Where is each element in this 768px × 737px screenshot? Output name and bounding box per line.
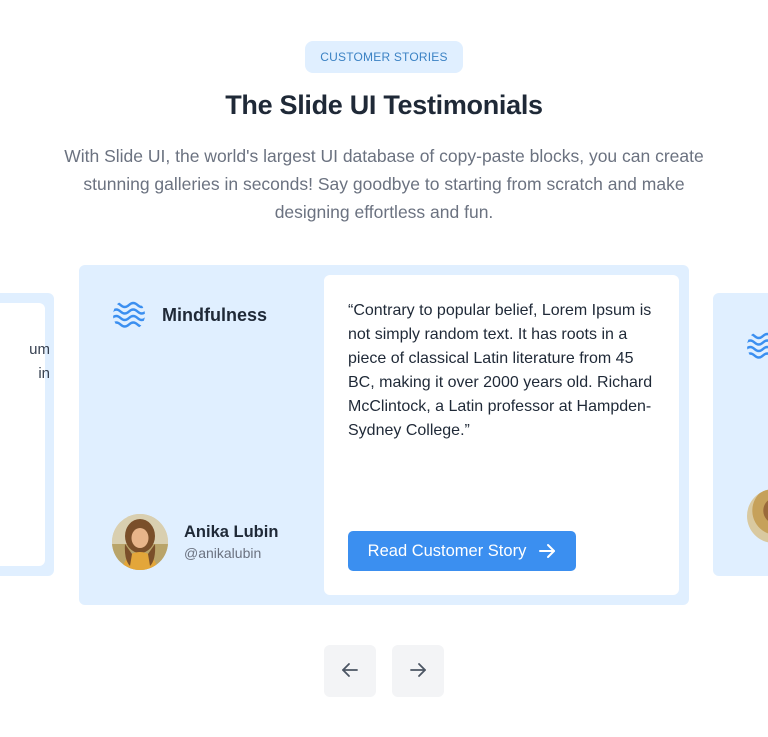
read-customer-story-button[interactable]: Read Customer Story xyxy=(348,531,576,571)
arrow-left-icon xyxy=(341,661,359,682)
next-slide-button[interactable] xyxy=(392,645,444,697)
testimonial-card-previous: um in xyxy=(0,293,54,576)
arrow-right-icon xyxy=(409,661,427,682)
author: Anika Lubin @anikalubin xyxy=(112,514,278,570)
quote-fragment: in xyxy=(38,365,50,382)
avatar xyxy=(747,489,768,543)
brand-name: Mindfulness xyxy=(162,304,268,325)
author-name: Anika Lubin xyxy=(184,523,279,541)
testimonial-card: Mindfulness Anika Lubin @anikalubin “Con… xyxy=(79,265,689,605)
previous-slide-button[interactable] xyxy=(324,645,376,697)
testimonial-card-next xyxy=(713,293,768,576)
testimonial-quote: “Contrary to popular belief, Lorem Ipsum… xyxy=(348,302,653,439)
quote-fragment: um xyxy=(29,341,50,358)
brand: Mindfulness xyxy=(112,298,267,332)
cta-label: Read Customer Story xyxy=(367,541,527,560)
page-description: With Slide UI, the world's largest UI da… xyxy=(64,146,704,222)
author-info: Anika Lubin @anikalubin xyxy=(184,521,278,563)
waves-icon xyxy=(112,298,146,332)
quote-box-previous: um in xyxy=(0,303,50,566)
avatar xyxy=(112,514,168,570)
waves-icon xyxy=(746,329,768,368)
page-title: The Slide UI Testimonials xyxy=(225,90,543,120)
arrow-right-icon xyxy=(538,542,556,560)
author-handle[interactable]: @anikalubin xyxy=(184,543,278,563)
quote-box: “Contrary to popular belief, Lorem Ipsum… xyxy=(324,275,679,595)
section-badge: CUSTOMER STORIES xyxy=(305,41,463,73)
